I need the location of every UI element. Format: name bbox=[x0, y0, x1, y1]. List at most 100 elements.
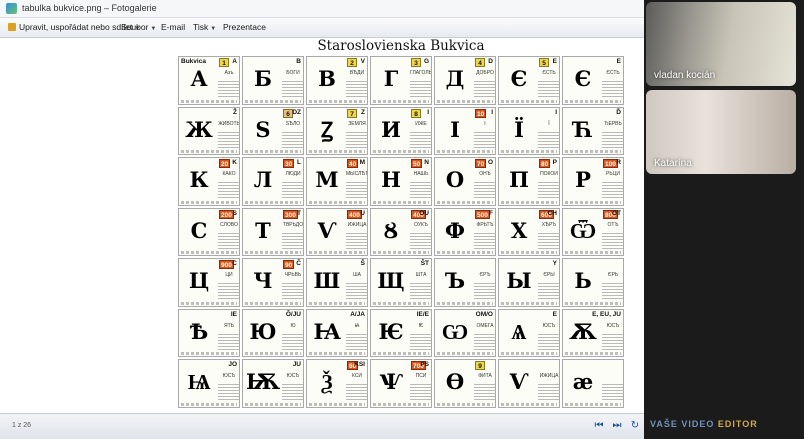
footnote-text-line bbox=[373, 301, 429, 305]
numeric-value-badge: 4 bbox=[475, 58, 485, 67]
letter-glyph: Ю bbox=[249, 318, 277, 344]
letter-glyph: Ы bbox=[506, 268, 532, 294]
menu-file[interactable]: Soubor ▼ bbox=[121, 22, 156, 32]
footnote-text-line bbox=[245, 301, 301, 305]
latin-equivalent: F bbox=[489, 209, 493, 217]
letter-name: ОУКЪ bbox=[414, 221, 428, 228]
letter-glyph: К bbox=[189, 167, 209, 193]
letter-name: ША bbox=[353, 272, 361, 279]
previous-icon[interactable]: ⏮ bbox=[590, 418, 608, 434]
numeric-value-badge: 80 bbox=[539, 159, 551, 169]
letter-name: ОТЪ bbox=[607, 221, 619, 228]
letter-name: ЦИ bbox=[225, 272, 233, 279]
letter-cell: Ш Š ША bbox=[306, 258, 368, 307]
video-tile-participant-1[interactable]: vladan kocián bbox=[646, 2, 796, 86]
letter-cell: Ѩ JO ЮСЪ bbox=[178, 359, 240, 408]
description-text-lines bbox=[346, 79, 367, 97]
footnote-text-line bbox=[437, 403, 493, 406]
latin-equivalent: A bbox=[232, 58, 237, 65]
photo-viewer-window: tabulka bukvice.png – Fotogalerie Upravi… bbox=[0, 0, 644, 439]
description-text-lines bbox=[538, 180, 559, 199]
letter-glyph: Т bbox=[255, 217, 271, 243]
description-text-lines bbox=[474, 382, 495, 401]
footnote-text-line bbox=[501, 352, 557, 356]
latin-equivalent: E bbox=[552, 58, 557, 65]
letter-cell: В 2 V ВѢДИ bbox=[306, 56, 368, 105]
letter-glyph: И bbox=[381, 116, 401, 142]
letter-cell: Б B БОГИ bbox=[242, 56, 304, 105]
description-text-lines bbox=[474, 129, 495, 148]
latin-equivalent: ŠT bbox=[420, 260, 429, 268]
menu-email[interactable]: E-mail bbox=[161, 22, 185, 32]
description-text-lines bbox=[602, 180, 623, 199]
description-text-lines bbox=[602, 230, 623, 249]
letter-glyph: Ѩ bbox=[187, 369, 211, 395]
window-title: tabulka bukvice.png – Fotogalerie bbox=[22, 3, 157, 13]
numeric-value-badge: 5 bbox=[539, 58, 549, 67]
next-icon[interactable]: ⏭ bbox=[608, 418, 626, 434]
letter-name: ИЖИЦА bbox=[539, 373, 559, 380]
description-text-lines bbox=[410, 129, 431, 148]
letter-cell: Д 4 D ДОБРО bbox=[434, 56, 496, 105]
latin-equivalent: IE/E bbox=[416, 310, 429, 318]
letter-glyph: Є bbox=[574, 66, 592, 91]
letter-cell: Н 50 N НАШЬ bbox=[370, 157, 432, 206]
footnote-text-line bbox=[245, 352, 301, 356]
latin-equivalent: I bbox=[491, 108, 493, 116]
footnote-text-line bbox=[181, 403, 237, 406]
latin-equivalent: I bbox=[427, 108, 429, 116]
menu-print[interactable]: Tisk ▼ bbox=[193, 22, 216, 32]
latin-equivalent: OU bbox=[419, 209, 429, 217]
footnote-text-line bbox=[373, 352, 429, 356]
bukvica-table-image: Staroslovienska Bukvica А Bukvica 1 A Азъ Б B Б… bbox=[176, 38, 626, 413]
footnote-text-line bbox=[437, 150, 493, 154]
numeric-value-badge: 2 bbox=[347, 58, 357, 67]
latin-equivalent: PS bbox=[420, 361, 429, 369]
letter-glyph: Ъ bbox=[444, 268, 466, 294]
letter-cell: Ы Y ЄРЫ bbox=[498, 258, 560, 307]
letter-glyph: І bbox=[450, 116, 460, 142]
organize-icon bbox=[8, 23, 16, 31]
footnote-text-line bbox=[373, 251, 429, 255]
latin-equivalent: C bbox=[232, 260, 237, 268]
letter-name: ЮСЪ bbox=[606, 322, 620, 329]
menu-slideshow[interactable]: Prezentace bbox=[223, 22, 266, 32]
letter-glyph: Ц bbox=[188, 268, 210, 294]
video-tile-participant-2[interactable]: Katarína bbox=[646, 90, 796, 174]
photo-gallery-app-icon bbox=[6, 3, 17, 14]
header-label: Bukvica bbox=[181, 58, 206, 65]
rotate-icon[interactable]: ↻ bbox=[626, 418, 644, 434]
latin-equivalent: E bbox=[616, 58, 621, 65]
letter-glyph: Х bbox=[510, 217, 528, 243]
footnote-text-line bbox=[309, 251, 365, 255]
footnote-text-line bbox=[245, 200, 301, 204]
letter-cell: Ц 900 C ЦИ bbox=[178, 258, 240, 307]
description-text-lines bbox=[282, 281, 303, 300]
latin-equivalent: Š bbox=[360, 260, 365, 268]
image-canvas[interactable]: Staroslovienska Bukvica А Bukvica 1 A Азъ Б B Б… bbox=[0, 38, 644, 413]
letter-glyph: Ꙁ bbox=[320, 116, 334, 142]
latin-equivalent: E bbox=[552, 310, 557, 318]
letter-cell: Г 3 G ГЛАГОЛЬ bbox=[370, 56, 432, 105]
description-text-lines bbox=[282, 129, 303, 148]
latin-equivalent: R bbox=[616, 159, 621, 167]
numeric-value-badge: 1 bbox=[219, 58, 229, 67]
footnote-text-line bbox=[565, 352, 621, 356]
letter-cell: Ꙁ 7 Z ЗЕМЛЯ bbox=[306, 106, 368, 156]
letter-cell: Т 300 T ТВРЬДО bbox=[242, 207, 304, 257]
participants-panel-background bbox=[644, 176, 804, 439]
description-text-lines bbox=[474, 331, 495, 350]
letter-cell: Л 30 L ЛЮДИ bbox=[242, 157, 304, 206]
letter-name: ФРЬТЪ bbox=[476, 221, 494, 228]
letter-cell: Ꙗ A/JA Ꙗ bbox=[306, 308, 368, 358]
latin-equivalent: Ô/JU bbox=[285, 310, 301, 318]
description-text-lines bbox=[218, 180, 239, 199]
footnote-text-line bbox=[501, 99, 557, 103]
page-counter: 1 z 26 bbox=[12, 422, 32, 429]
letter-glyph: Ѕ bbox=[255, 116, 271, 142]
numeric-value-badge: 3 bbox=[411, 58, 421, 67]
latin-equivalent: M bbox=[359, 159, 365, 167]
letter-name: БОГИ bbox=[286, 70, 300, 76]
description-text-lines bbox=[410, 230, 431, 249]
letter-cell: Ѣ IE ЯТЬ bbox=[178, 308, 240, 358]
